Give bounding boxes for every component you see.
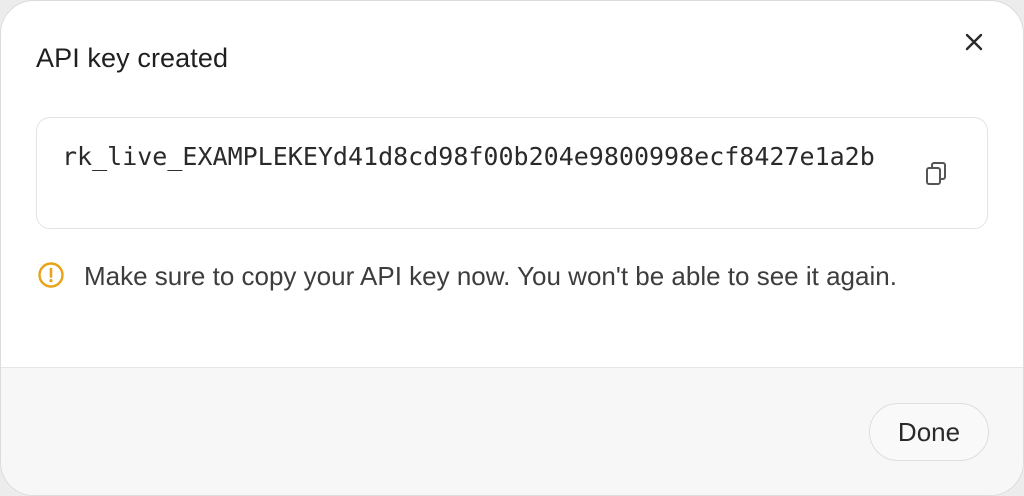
- api-key-box: rk_live_EXAMPLEKEYd41d8cd98f00b204e98009…: [36, 117, 988, 229]
- api-key-dialog: API key created rk_live_EXAMPLEKEYd41d8c…: [0, 0, 1024, 496]
- dialog-footer: Done: [1, 367, 1023, 495]
- warning-circle-icon: [38, 262, 64, 288]
- done-button[interactable]: Done: [869, 403, 989, 461]
- warning-text: Make sure to copy your API key now. You …: [84, 261, 897, 291]
- dialog-title: API key created: [36, 43, 229, 73]
- close-button[interactable]: [957, 25, 991, 59]
- api-key-value[interactable]: rk_live_EXAMPLEKEYd41d8cd98f00b204e98009…: [62, 138, 902, 176]
- close-icon: [965, 33, 983, 51]
- copy-icon: [926, 162, 946, 185]
- copy-button[interactable]: [921, 158, 953, 190]
